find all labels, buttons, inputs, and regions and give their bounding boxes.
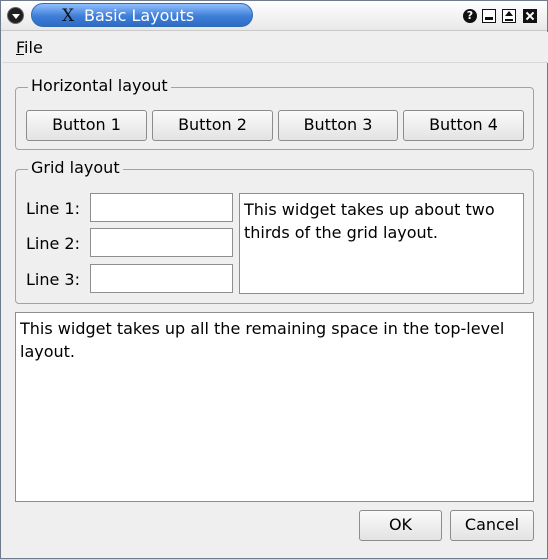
close-icon[interactable] [523,9,537,23]
dialog-window: X Basic Layouts ? File Horizontal layout… [0,0,548,559]
button-2[interactable]: Button 2 [152,110,273,141]
menu-file-label: ile [24,38,43,57]
line-2-input[interactable] [90,228,233,257]
button-3[interactable]: Button 3 [278,110,398,141]
menu-file[interactable]: File [16,38,43,57]
main-text-area[interactable]: This widget takes up all the remaining s… [15,312,534,502]
window-title-tab[interactable]: X Basic Layouts [31,3,253,27]
horizontal-layout-group: Horizontal layout Button 1 Button 2 Butt… [15,76,534,150]
help-icon[interactable]: ? [463,9,477,23]
app-icon: X [62,6,75,26]
title-bar: X Basic Layouts ? [1,1,547,31]
button-4[interactable]: Button 4 [403,110,524,141]
cancel-button[interactable]: Cancel [450,510,534,541]
maximize-icon[interactable] [502,9,516,23]
line-1-label: Line 1: [26,199,80,218]
grid-layout-group: Grid layout Line 1: Line 2: Line 3: This… [15,158,534,304]
window-title: Basic Layouts [84,6,195,25]
line-3-label: Line 3: [26,270,80,289]
line-2-label: Line 2: [26,234,80,253]
line-1-input[interactable] [90,193,233,222]
horizontal-layout-title: Horizontal layout [28,76,171,95]
grid-layout-title: Grid layout [28,158,123,177]
minimize-icon[interactable] [482,9,496,23]
line-3-input[interactable] [90,264,233,293]
grid-text-area[interactable]: This widget takes up about two thirds of… [239,193,524,294]
window-menu-icon[interactable] [8,8,23,23]
menu-file-mnemonic: F [16,38,25,57]
menu-bar: File [2,32,548,63]
button-1[interactable]: Button 1 [26,110,147,141]
ok-button[interactable]: OK [359,510,442,541]
